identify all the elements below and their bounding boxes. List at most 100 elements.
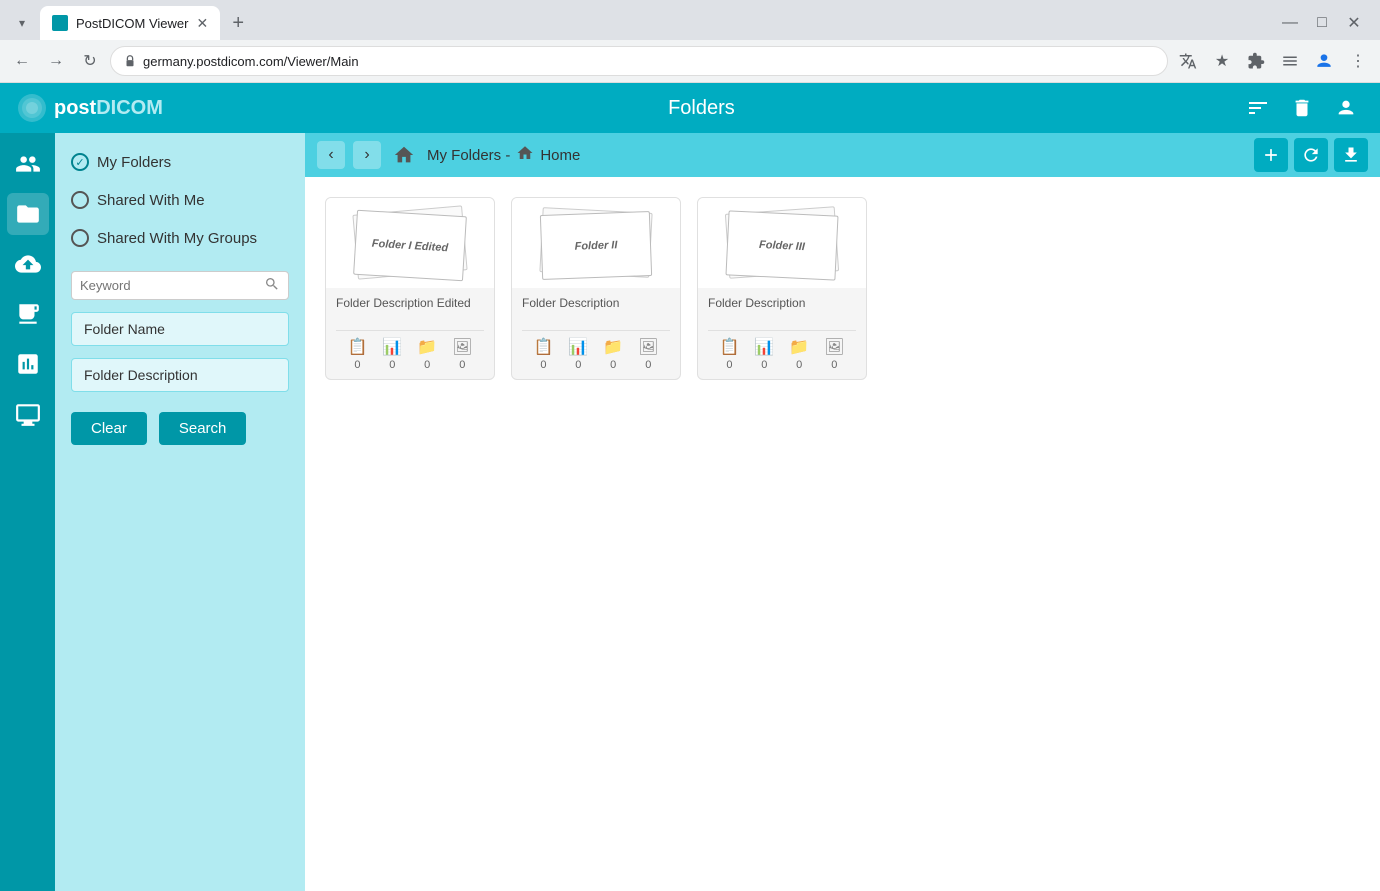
back-button[interactable]: ← bbox=[8, 47, 36, 75]
nav-my-folders[interactable]: My Folders bbox=[71, 149, 289, 175]
folder-paper-front: Folder II bbox=[540, 211, 652, 280]
my-folders-label: My Folders bbox=[97, 154, 171, 171]
folder-stat: 📊 0 bbox=[382, 337, 402, 371]
tab-favicon bbox=[52, 15, 68, 31]
delete-button[interactable] bbox=[1284, 90, 1320, 126]
filter-folder-name[interactable]: Folder Name bbox=[71, 312, 289, 346]
folder-card-3[interactable]: Folder III Folder Description 📋 0 📊 0 bbox=[697, 197, 867, 380]
sidebar-icon-upload[interactable] bbox=[7, 243, 49, 285]
folders-grid: Folder I Edited Folder Description Edite… bbox=[305, 177, 1380, 400]
sidebar-icon-monitor[interactable] bbox=[7, 393, 49, 435]
app-header: postDICOM Folders bbox=[0, 83, 1380, 133]
nav-forward-arrow[interactable]: › bbox=[353, 141, 381, 169]
stat-icon: 🖼 bbox=[824, 337, 844, 357]
url-input[interactable] bbox=[143, 54, 1155, 69]
browser-toolbar: ← → ↻ ★ ⋮ bbox=[0, 40, 1380, 83]
sort-button[interactable] bbox=[1240, 90, 1276, 126]
forward-button[interactable]: → bbox=[42, 47, 70, 75]
filter-folder-description[interactable]: Folder Description bbox=[71, 358, 289, 392]
logo-text: postDICOM bbox=[54, 97, 163, 120]
maximize-button[interactable]: □ bbox=[1308, 9, 1336, 37]
logo-post: post bbox=[54, 97, 96, 119]
nav-shared-with-me[interactable]: Shared With Me bbox=[71, 187, 289, 213]
main-content: ‹ › My Folders - Home bbox=[305, 133, 1380, 891]
browser-tab-active[interactable]: PostDICOM Viewer ✕ bbox=[40, 6, 220, 40]
main-nav-actions bbox=[1254, 138, 1368, 172]
lock-icon bbox=[123, 54, 137, 68]
stat-count: 0 bbox=[831, 359, 837, 371]
shared-with-groups-radio[interactable] bbox=[71, 229, 89, 247]
nav-back-arrow[interactable]: ‹ bbox=[317, 141, 345, 169]
stat-count: 0 bbox=[354, 359, 360, 371]
action-buttons: Clear Search bbox=[71, 412, 289, 445]
close-window-button[interactable]: ✕ bbox=[1340, 9, 1368, 37]
sidebar-icon-avatar[interactable] bbox=[7, 143, 49, 185]
sidebar-toggle[interactable] bbox=[1276, 47, 1304, 75]
folder-stat: 📁 0 bbox=[603, 337, 623, 371]
stat-icon: 📋 bbox=[533, 337, 553, 357]
keyword-search-box[interactable] bbox=[71, 271, 289, 300]
folder-stat: 🖼 0 bbox=[452, 337, 472, 371]
tab-close-icon[interactable]: ✕ bbox=[196, 15, 208, 32]
stat-count: 0 bbox=[796, 359, 802, 371]
folder-paper-front: Folder I Edited bbox=[353, 210, 467, 282]
extensions-icon[interactable] bbox=[1242, 47, 1270, 75]
stat-icon: 📊 bbox=[754, 337, 774, 357]
app-logo: postDICOM bbox=[16, 92, 163, 124]
folder-stats: 📋 0 📊 0 📁 0 🖼 0 bbox=[522, 330, 670, 375]
folder-title: Folder I Edited bbox=[367, 233, 452, 258]
tab-chevron-down[interactable]: ▾ bbox=[8, 9, 36, 37]
app-title: Folders bbox=[163, 97, 1240, 120]
menu-icon[interactable]: ⋮ bbox=[1344, 47, 1372, 75]
search-button[interactable]: Search bbox=[159, 412, 247, 445]
stat-icon: 🖼 bbox=[452, 337, 472, 357]
breadcrumb: My Folders - Home bbox=[427, 144, 1246, 166]
sidebar-icon-folders[interactable] bbox=[7, 193, 49, 235]
sidebar-icon-analytics[interactable] bbox=[7, 343, 49, 385]
folder-description: Folder Description bbox=[522, 296, 670, 324]
user-profile-icon[interactable] bbox=[1310, 47, 1338, 75]
stat-icon: 📊 bbox=[568, 337, 588, 357]
stat-count: 0 bbox=[540, 359, 546, 371]
nav-shared-with-groups[interactable]: Shared With My Groups bbox=[71, 225, 289, 251]
minimize-button[interactable]: — bbox=[1276, 9, 1304, 37]
folder-stat: 📋 0 bbox=[719, 337, 739, 371]
folder-card-2[interactable]: Folder II Folder Description 📋 0 📊 0 bbox=[511, 197, 681, 380]
user-account-button[interactable] bbox=[1328, 90, 1364, 126]
breadcrumb-home-icon bbox=[516, 144, 534, 166]
reload-button[interactable]: ↻ bbox=[76, 47, 104, 75]
clear-button[interactable]: Clear bbox=[71, 412, 147, 445]
add-folder-button[interactable] bbox=[1254, 138, 1288, 172]
address-bar[interactable] bbox=[110, 46, 1168, 76]
browser-chrome: ▾ PostDICOM Viewer ✕ + — □ ✕ ← → ↻ ★ bbox=[0, 0, 1380, 83]
folder-card-top: Folder I Edited bbox=[326, 198, 494, 288]
my-folders-radio[interactable] bbox=[71, 153, 89, 171]
shared-with-groups-label: Shared With My Groups bbox=[97, 230, 257, 247]
download-button[interactable] bbox=[1334, 138, 1368, 172]
folder-stat: 📁 0 bbox=[789, 337, 809, 371]
stat-count: 0 bbox=[389, 359, 395, 371]
sidebar-icon-worklist[interactable] bbox=[7, 293, 49, 335]
folder-title: Folder III bbox=[755, 234, 810, 257]
shared-with-me-radio[interactable] bbox=[71, 191, 89, 209]
new-tab-button[interactable]: + bbox=[224, 9, 252, 37]
stat-count: 0 bbox=[761, 359, 767, 371]
logo-dicom: DICOM bbox=[96, 97, 163, 119]
stat-count: 0 bbox=[575, 359, 581, 371]
folder-stats: 📋 0 📊 0 📁 0 🖼 0 bbox=[708, 330, 856, 375]
breadcrumb-home-text[interactable]: Home bbox=[540, 147, 580, 164]
bookmark-icon[interactable]: ★ bbox=[1208, 47, 1236, 75]
main-nav-bar: ‹ › My Folders - Home bbox=[305, 133, 1380, 177]
refresh-button[interactable] bbox=[1294, 138, 1328, 172]
breadcrumb-prefix: My Folders - bbox=[427, 147, 510, 164]
folder-card-1[interactable]: Folder I Edited Folder Description Edite… bbox=[325, 197, 495, 380]
folder-stat: 📋 0 bbox=[347, 337, 367, 371]
translate-icon[interactable] bbox=[1174, 47, 1202, 75]
browser-tab-bar: ▾ PostDICOM Viewer ✕ + — □ ✕ bbox=[0, 0, 1380, 40]
folder-title: Folder II bbox=[570, 235, 621, 257]
folder-stat: 🖼 0 bbox=[824, 337, 844, 371]
keyword-input[interactable] bbox=[80, 278, 264, 293]
stat-icon: 📁 bbox=[417, 337, 437, 357]
left-panel: My Folders Shared With Me Shared With My… bbox=[55, 133, 305, 891]
folder-card-body: Folder Description 📋 0 📊 0 📁 0 bbox=[512, 288, 680, 379]
